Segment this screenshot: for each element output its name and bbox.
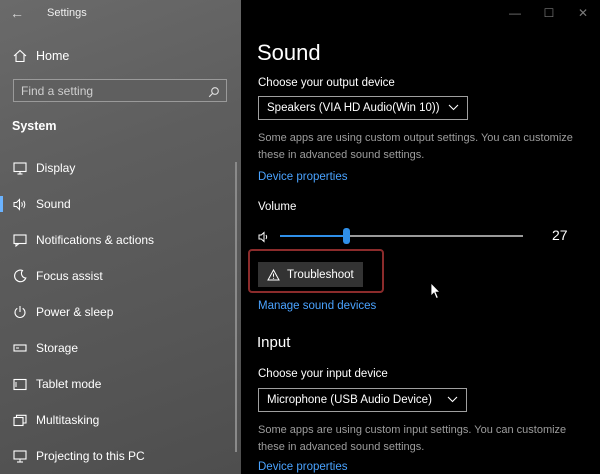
input-heading: Input [257, 334, 291, 351]
sidebar-item-tablet-mode[interactable]: Tablet mode [0, 366, 236, 402]
sidebar-item-multitasking[interactable]: Multitasking [0, 402, 236, 438]
output-device-label: Choose your output device [258, 77, 395, 89]
minimize-icon[interactable]: — [498, 0, 532, 26]
page-title: Sound [257, 40, 321, 65]
sidebar-item-sound[interactable]: Sound [0, 186, 236, 222]
sidebar-item-focus-assist[interactable]: Focus assist [0, 258, 236, 294]
input-device-value: Microphone (USB Audio Device) [267, 394, 432, 406]
volume-slider[interactable] [280, 228, 523, 244]
input-desc-line1: Some apps are using custom input setting… [258, 424, 567, 436]
search-box[interactable] [13, 79, 227, 102]
volume-label: Volume [258, 201, 297, 213]
tablet-icon [12, 376, 28, 392]
volume-slider-fill [280, 235, 346, 237]
sidebar-item-label: Tablet mode [36, 377, 102, 391]
sidebar-item-label: Projecting to this PC [36, 449, 145, 463]
home-nav-item[interactable]: Home [12, 46, 69, 66]
input-device-properties-link[interactable]: Device properties [258, 461, 347, 473]
title-bar: ← Settings [0, 0, 241, 28]
sidebar-item-label: Power & sleep [36, 305, 114, 319]
search-input[interactable] [21, 83, 208, 98]
output-device-value: Speakers (VIA HD Audio(Win 10)) [267, 102, 440, 114]
input-device-dropdown[interactable]: Microphone (USB Audio Device) [258, 388, 467, 412]
volume-slider-thumb[interactable] [343, 228, 350, 244]
sidebar-scrollbar[interactable] [235, 162, 237, 452]
notifications-icon [12, 232, 28, 248]
search-icon[interactable] [208, 85, 220, 97]
moon-icon [12, 268, 28, 284]
sidebar-item-label: Focus assist [36, 269, 103, 283]
sidebar: ← Settings Home System Display [0, 0, 241, 474]
input-desc-line2: these in advanced sound settings. [258, 441, 425, 453]
storage-icon [12, 340, 28, 356]
home-label: Home [36, 49, 70, 63]
main-pane: — ☐ ✕ Sound Choose your output device Sp… [241, 0, 600, 474]
sidebar-item-label: Display [36, 161, 76, 175]
speaker-icon [12, 196, 28, 212]
sidebar-item-storage[interactable]: Storage [0, 330, 236, 366]
close-icon[interactable]: ✕ [566, 0, 600, 26]
troubleshoot-label: Troubleshoot [287, 268, 354, 281]
projecting-icon [12, 448, 28, 464]
home-icon [12, 48, 28, 64]
section-title: System [12, 119, 57, 133]
settings-window: ← Settings Home System Display [0, 0, 600, 474]
manage-sound-devices-link[interactable]: Manage sound devices [258, 300, 376, 312]
output-description: Some apps are using custom output settin… [258, 130, 598, 164]
sidebar-item-label: Notifications & actions [36, 233, 155, 247]
back-arrow-icon[interactable]: ← [10, 5, 24, 21]
volume-value: 27 [552, 227, 568, 243]
input-device-label: Choose your input device [258, 368, 388, 380]
output-desc-line2: these in advanced sound settings. [258, 149, 425, 161]
sidebar-item-notifications[interactable]: Notifications & actions [0, 222, 236, 258]
input-description: Some apps are using custom input setting… [258, 422, 598, 456]
output-device-properties-link[interactable]: Device properties [258, 171, 347, 183]
window-controls: — ☐ ✕ [498, 0, 600, 28]
maximize-icon[interactable]: ☐ [532, 0, 566, 26]
sidebar-item-label: Sound [36, 197, 71, 211]
chevron-down-icon [448, 102, 459, 114]
multitasking-icon [12, 412, 28, 428]
volume-row: 27 [258, 227, 578, 247]
output-device-dropdown[interactable]: Speakers (VIA HD Audio(Win 10)) [258, 96, 468, 120]
power-icon [12, 304, 28, 320]
troubleshoot-button[interactable]: Troubleshoot [258, 262, 363, 287]
sidebar-item-label: Multitasking [36, 413, 100, 427]
warning-icon [267, 268, 280, 281]
monitor-icon [12, 160, 28, 176]
sidebar-item-label: Storage [36, 341, 79, 355]
sidebar-item-projecting[interactable]: Projecting to this PC [0, 438, 236, 474]
volume-speaker-icon[interactable] [258, 230, 272, 244]
window-title: Settings [47, 7, 87, 19]
output-desc-line1: Some apps are using custom output settin… [258, 132, 573, 144]
mouse-cursor-icon [430, 282, 442, 300]
chevron-down-icon [447, 394, 458, 406]
sidebar-item-display[interactable]: Display [0, 150, 236, 186]
sidebar-item-power-sleep[interactable]: Power & sleep [0, 294, 236, 330]
